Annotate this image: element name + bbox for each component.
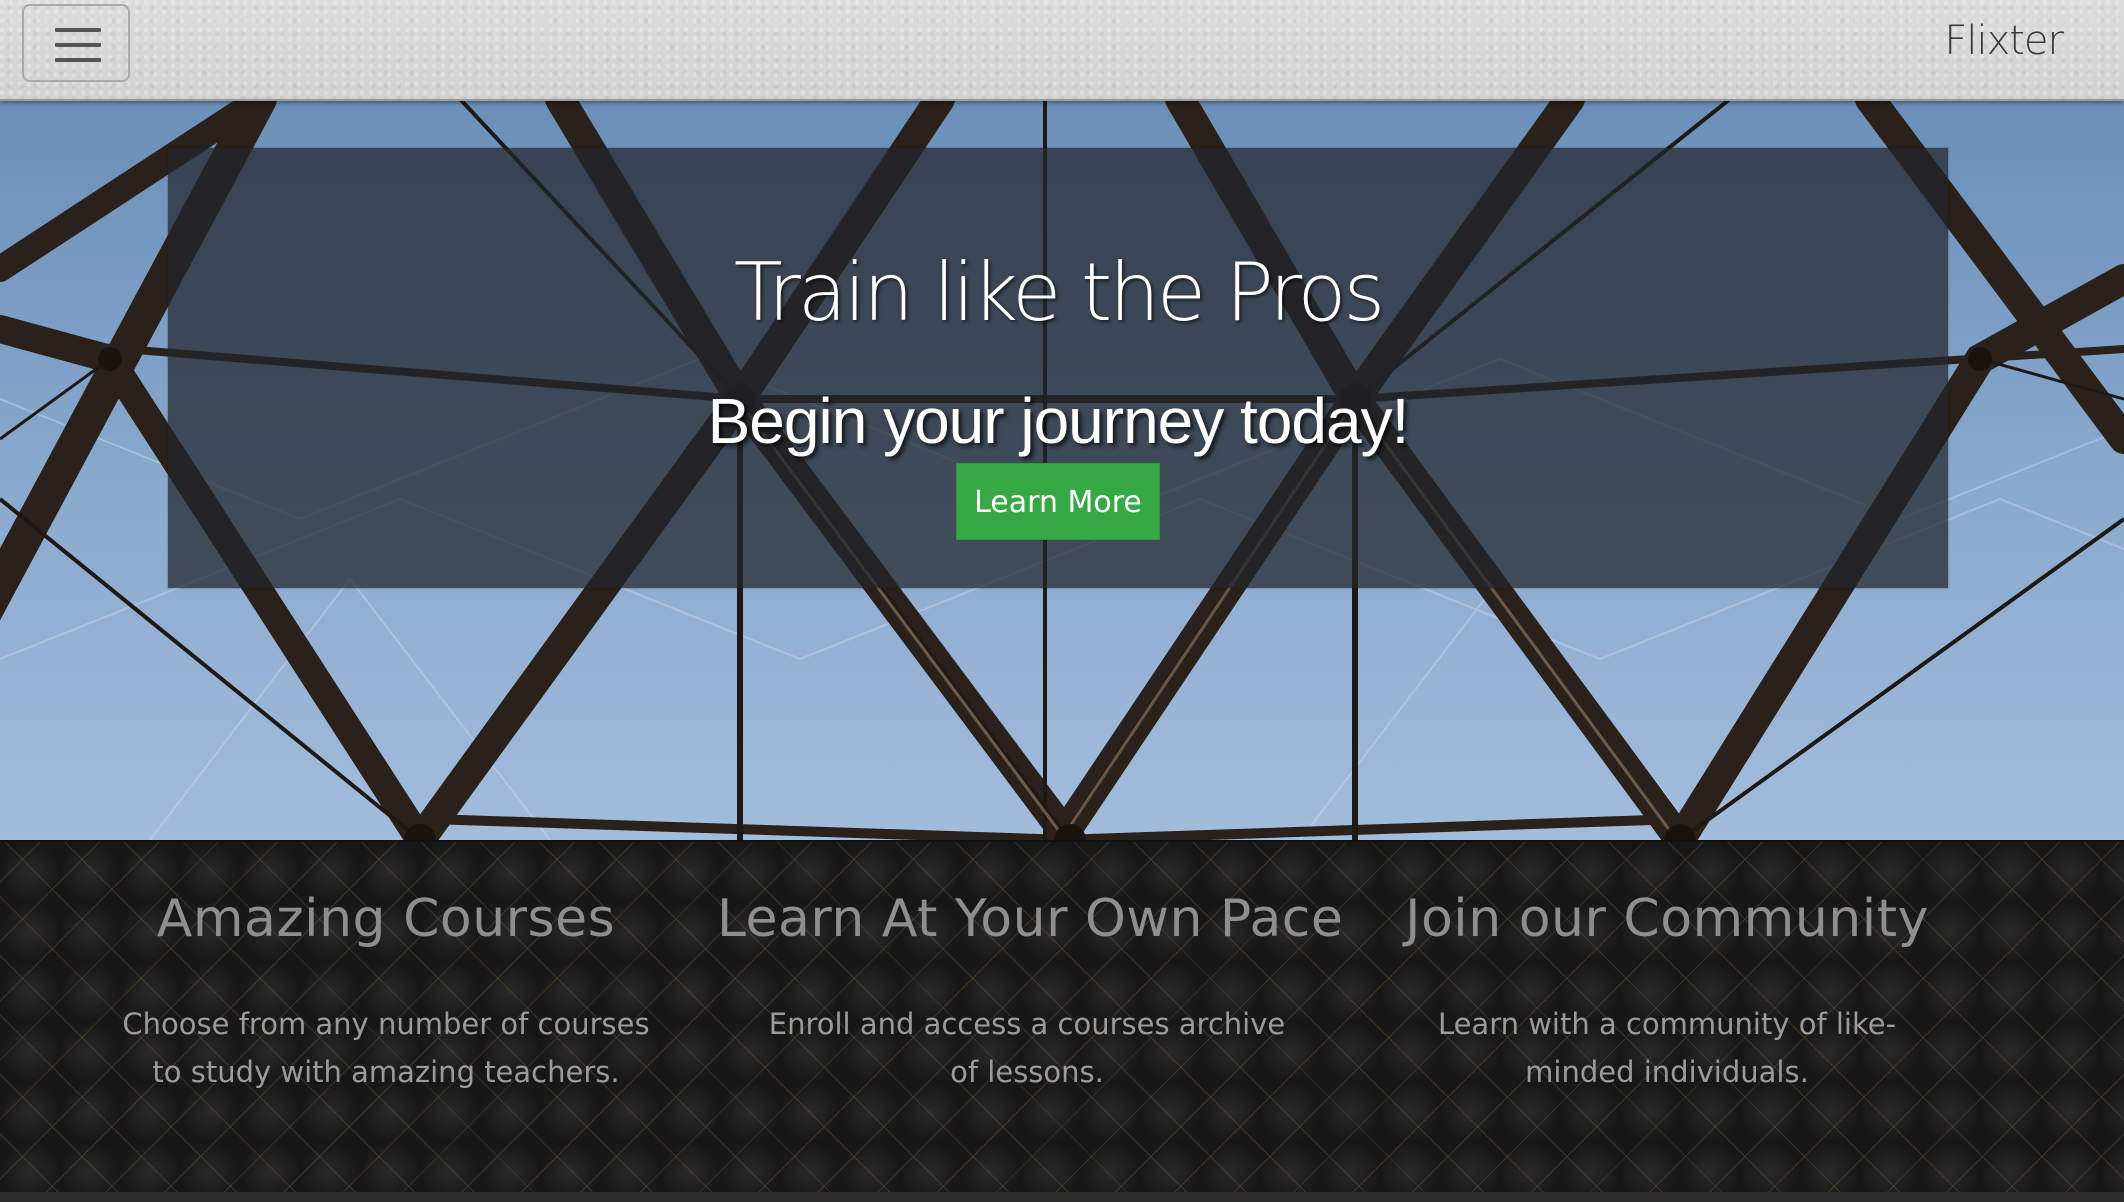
hamburger-menu-icon-bar [55,58,101,62]
feature-description: Enroll and access a courses archive of l… [768,1007,1286,1089]
feature-heading: Join our Community [1405,889,1929,949]
feature-heading: Learn At Your Own Pace [717,889,1344,949]
features-section: Amazing Courses Choose from any number o… [0,840,2124,1194]
top-navbar: Flixter [0,0,2124,101]
hamburger-menu-icon [55,28,101,32]
feature-description: Choose from any number of courses to stu… [122,1007,650,1089]
learn-more-button[interactable]: Learn More [956,463,1160,540]
menu-toggle-button[interactable] [22,4,130,82]
hamburger-menu-icon-bar [55,43,101,47]
hero-title: Train like the Pros [733,246,1385,339]
brand-logo-link[interactable]: Flixter [1944,18,2064,64]
feature-heading: Amazing Courses [156,889,616,949]
hero-subtitle: Begin your journey today! [707,385,1410,457]
page-bottom-strip [0,1192,2124,1202]
feature-description: Learn with a community of like-minded in… [1437,1007,1897,1089]
